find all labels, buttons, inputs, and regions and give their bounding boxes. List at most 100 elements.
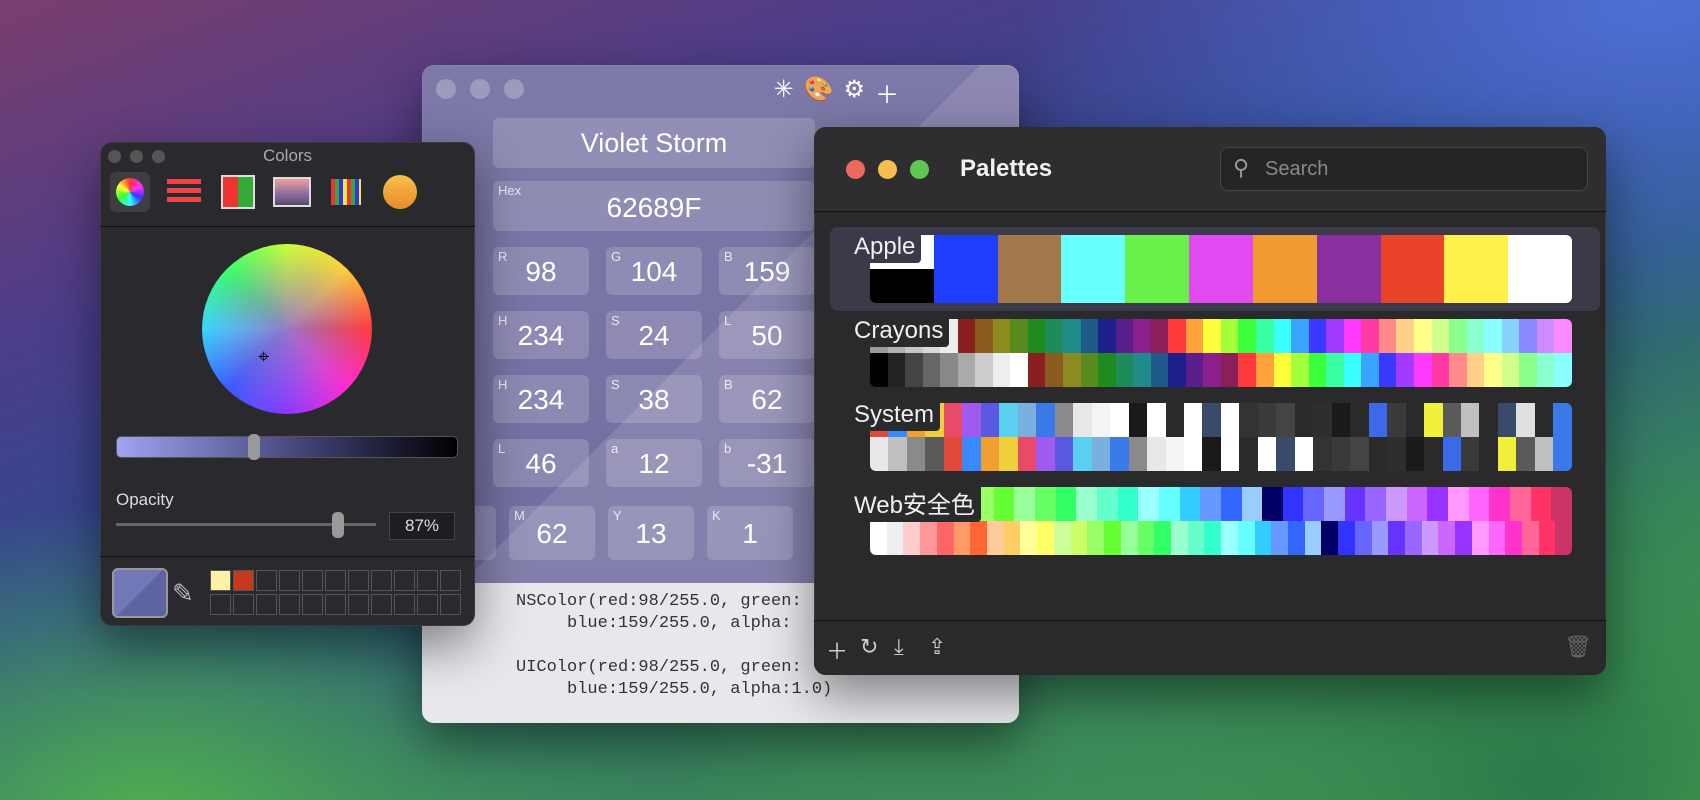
color-chip[interactable] xyxy=(992,319,1011,353)
color-chip[interactable] xyxy=(1444,269,1509,303)
swatch-cell[interactable] xyxy=(325,594,346,615)
color-chip[interactable] xyxy=(933,235,998,269)
swatch-cell[interactable] xyxy=(417,570,438,591)
color-chip[interactable] xyxy=(1220,437,1240,471)
color-chip[interactable] xyxy=(1331,437,1351,471)
color-chip[interactable] xyxy=(992,353,1011,387)
color-chip[interactable] xyxy=(1073,403,1092,437)
add-icon[interactable]: ＋ xyxy=(826,634,848,666)
value-field[interactable]: L 50 xyxy=(719,311,815,359)
color-chip[interactable] xyxy=(1427,487,1448,521)
color-chip[interactable] xyxy=(1326,319,1344,353)
color-chip[interactable] xyxy=(1365,487,1387,521)
color-chip[interactable] xyxy=(933,269,998,303)
color-chip[interactable] xyxy=(1368,403,1388,437)
color-chip[interactable] xyxy=(1054,437,1074,471)
color-chip[interactable] xyxy=(1128,437,1148,471)
trash-icon[interactable]: 🗑 xyxy=(1564,634,1592,660)
color-chip[interactable] xyxy=(1179,487,1201,521)
color-chip[interactable] xyxy=(1424,403,1443,437)
color-chip[interactable] xyxy=(980,437,1000,471)
color-chip[interactable] xyxy=(1262,487,1283,521)
color-chip[interactable] xyxy=(1455,521,1472,555)
swatch-cell[interactable] xyxy=(371,570,392,591)
color-chip[interactable] xyxy=(1200,487,1221,521)
palette-row[interactable]: Web安全色 xyxy=(830,479,1600,563)
color-chip[interactable] xyxy=(1522,521,1539,555)
color-chip[interactable] xyxy=(1061,269,1126,303)
color-chip[interactable] xyxy=(1185,353,1204,387)
hex-field[interactable]: Hex 62689F xyxy=(493,181,815,231)
color-chip[interactable] xyxy=(1168,319,1186,353)
color-chip[interactable] xyxy=(1421,521,1439,555)
current-color-well[interactable] xyxy=(112,568,168,618)
swatch-cell[interactable] xyxy=(302,594,323,615)
color-chip[interactable] xyxy=(1555,521,1572,555)
color-chip[interactable] xyxy=(1424,437,1443,471)
color-chip[interactable] xyxy=(1154,521,1171,555)
pencils-mode-icon[interactable] xyxy=(326,172,366,212)
color-chip[interactable] xyxy=(1516,403,1535,437)
color-chip[interactable] xyxy=(1405,437,1425,471)
color-chip[interactable] xyxy=(1063,319,1081,353)
palette-strip[interactable] xyxy=(870,235,1572,303)
swatch-cell[interactable] xyxy=(440,594,461,615)
color-chip[interactable] xyxy=(922,353,941,387)
color-chip[interactable] xyxy=(1396,319,1414,353)
color-chip[interactable] xyxy=(1313,437,1332,471)
value-field[interactable]: S 38 xyxy=(606,375,702,423)
color-chip[interactable] xyxy=(1035,487,1056,521)
swatch-cell[interactable] xyxy=(394,594,415,615)
palette-row[interactable]: System xyxy=(830,395,1600,479)
code-snippet[interactable]: NSColor(red:98/255.0, green: blue:159/25… xyxy=(516,591,832,701)
color-chip[interactable] xyxy=(1252,269,1317,303)
color-chip[interactable] xyxy=(1203,319,1221,353)
color-chip[interactable] xyxy=(1055,487,1077,521)
color-chip[interactable] xyxy=(999,403,1018,437)
color-chip[interactable] xyxy=(1276,403,1295,437)
color-chip[interactable] xyxy=(888,437,907,471)
color-chip[interactable] xyxy=(1027,319,1046,353)
color-chip[interactable] xyxy=(1017,403,1037,437)
color-chip[interactable] xyxy=(1165,403,1184,437)
color-chip[interactable] xyxy=(1221,521,1238,555)
color-chip[interactable] xyxy=(1202,437,1221,471)
color-chip[interactable] xyxy=(1220,487,1242,521)
image-mode-icon[interactable] xyxy=(272,172,312,212)
color-chip[interactable] xyxy=(1256,319,1274,353)
color-chip[interactable] xyxy=(1361,319,1379,353)
color-chip[interactable] xyxy=(1187,521,1205,555)
zoom-button[interactable] xyxy=(504,79,524,99)
color-chip[interactable] xyxy=(1115,353,1134,387)
palette-row[interactable]: Crayons xyxy=(830,311,1600,395)
swatch-cell[interactable] xyxy=(371,594,392,615)
color-chip[interactable] xyxy=(1449,319,1467,353)
color-chip[interactable] xyxy=(1027,353,1046,387)
value-field[interactable]: R 98 xyxy=(493,247,589,295)
color-wheel-mode-icon[interactable] xyxy=(110,172,150,212)
color-chip[interactable] xyxy=(1257,403,1277,437)
color-chip[interactable] xyxy=(1291,353,1309,387)
import-icon[interactable]: ⤓ xyxy=(894,634,904,660)
value-field[interactable]: S 24 xyxy=(606,311,702,359)
sunset-palette-icon[interactable] xyxy=(380,172,420,212)
close-button[interactable] xyxy=(846,160,865,179)
color-chip[interactable] xyxy=(1256,353,1274,387)
color-chip[interactable] xyxy=(1461,437,1480,471)
color-chip[interactable] xyxy=(1479,403,1498,437)
color-chip[interactable] xyxy=(1125,235,1190,269)
color-chip[interactable] xyxy=(1321,521,1339,555)
color-chip[interactable] xyxy=(1554,353,1572,387)
palette-icon[interactable]: 🎨 xyxy=(804,75,834,110)
color-chip[interactable] xyxy=(1479,437,1498,471)
minimize-button[interactable] xyxy=(470,79,490,99)
color-chip[interactable] xyxy=(1185,319,1204,353)
color-chip[interactable] xyxy=(1070,521,1088,555)
color-chip[interactable] xyxy=(993,487,1015,521)
color-chip[interactable] xyxy=(1091,437,1111,471)
color-chip[interactable] xyxy=(943,437,963,471)
color-chip[interactable] xyxy=(1183,437,1203,471)
color-chip[interactable] xyxy=(1294,437,1314,471)
color-chip[interactable] xyxy=(987,521,1004,555)
color-chip[interactable] xyxy=(1380,269,1445,303)
